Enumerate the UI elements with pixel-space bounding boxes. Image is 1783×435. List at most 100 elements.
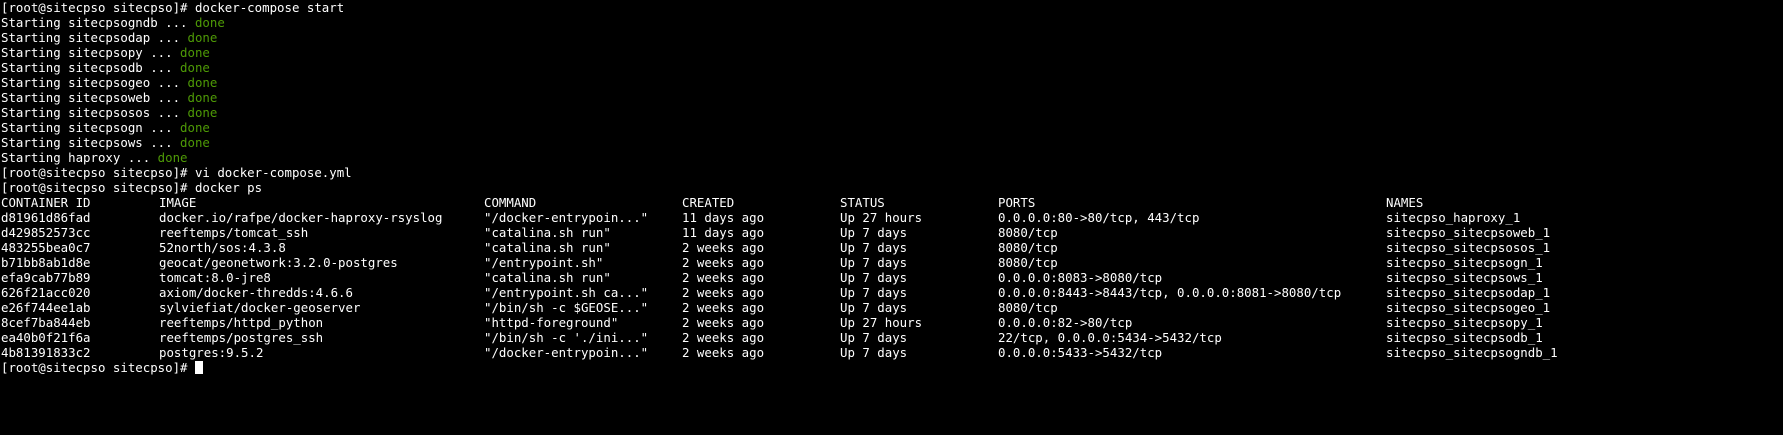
- cell-image: axiom/docker-thredds:4.6.6: [159, 285, 353, 300]
- cell-created: 2 weeks ago: [682, 300, 765, 315]
- cell-status: Up 7 days: [840, 255, 908, 270]
- start-output-line: Starting sitecpsodb ... done: [1, 60, 1781, 75]
- cell-names: sitecpso_sitecpsodap_1: [1386, 285, 1551, 300]
- cell-container-id: d429852573cc: [1, 225, 91, 240]
- cell-created: 2 weeks ago: [682, 345, 765, 360]
- cell-created: 11 days ago: [682, 225, 765, 240]
- start-output-text: Starting sitecpsodb ...: [1, 60, 181, 75]
- cell-ports: 0.0.0.0:8083->8080/tcp: [998, 270, 1163, 285]
- cell-created: 2 weeks ago: [682, 285, 765, 300]
- shell-prompt: [root@sitecpso sitecpso]#: [1, 180, 195, 195]
- command-text: docker-compose start: [194, 0, 345, 15]
- header-created: CREATED: [682, 195, 735, 210]
- status-done: done: [187, 105, 218, 120]
- table-body: d81961d86fad docker.io/rafpe/docker-hapro…: [1, 210, 1781, 360]
- cell-names: sitecpso_sitecpsodb_1: [1386, 330, 1543, 345]
- cell-ports: 0.0.0.0:5433->5432/tcp: [998, 345, 1163, 360]
- cell-container-id: 8cef7ba844eb: [1, 315, 91, 330]
- cell-image: tomcat:8.0-jre8: [159, 270, 271, 285]
- start-output-line: Starting sitecpsoweb ... done: [1, 90, 1781, 105]
- start-output: Starting sitecpsogndb ... done Starting s…: [1, 15, 1781, 165]
- start-output-text: Starting sitecpsows ...: [1, 135, 181, 150]
- start-output-text: Starting sitecpsodap ...: [1, 30, 188, 45]
- start-output-text: Starting sitecpsogeo ...: [1, 75, 188, 90]
- cell-names: sitecpso_sitecpsoweb_1: [1386, 225, 1551, 240]
- cell-image: postgres:9.5.2: [159, 345, 264, 360]
- cell-names: sitecpso_sitecpsogn_1: [1386, 255, 1543, 270]
- start-output-text: Starting sitecpsoweb ...: [1, 90, 188, 105]
- cell-command: "catalina.sh run": [484, 225, 611, 240]
- cell-command: "/bin/sh -c $GEOSE...": [484, 300, 649, 315]
- command-line-start: [root@sitecpso sitecpso]# docker-compose…: [1, 0, 1781, 15]
- cell-container-id: efa9cab77b89: [1, 270, 91, 285]
- status-done: done: [180, 120, 210, 135]
- status-done: done: [180, 45, 210, 60]
- start-output-line: Starting sitecpsogeo ... done: [1, 75, 1781, 90]
- command-text: vi docker-compose.yml: [194, 165, 352, 180]
- cell-command: "httpd-foreground": [484, 315, 619, 330]
- table-row: 8cef7ba844eb reeftemps/httpd_python "httpd…: [1, 315, 1781, 330]
- header-command: COMMAND: [484, 195, 537, 210]
- cell-command: "/bin/sh -c './ini...": [484, 330, 649, 345]
- cell-names: sitecpso_haproxy_1: [1386, 210, 1521, 225]
- cell-command: "/docker-entrypoin...": [484, 345, 649, 360]
- cell-status: Up 27 hours: [840, 210, 923, 225]
- cell-image: geocat/geonetwork:3.2.0-postgres: [159, 255, 398, 270]
- table-row: e26f744ee1ab sylviefiat/docker-geoserver "…: [1, 300, 1781, 315]
- cell-names: sitecpso_sitecpsopy_1: [1386, 315, 1543, 330]
- table-row: 483255bea0c7 52north/sos:4.3.8 "catalina.s…: [1, 240, 1781, 255]
- table-row: 4b81391833c2 postgres:9.5.2 "/docker-entry…: [1, 345, 1781, 360]
- header-image: IMAGE: [159, 195, 197, 210]
- cell-status: Up 7 days: [840, 270, 908, 285]
- cell-image: reeftemps/tomcat_ssh: [159, 225, 309, 240]
- shell-prompt: [root@sitecpso sitecpso]#: [1, 165, 195, 180]
- cell-created: 2 weeks ago: [682, 255, 765, 270]
- cell-ports: 22/tcp, 0.0.0.0:5434->5432/tcp: [998, 330, 1222, 345]
- command-line-current[interactable]: [root@sitecpso sitecpso]#: [1, 360, 1781, 375]
- header-names: NAMES: [1386, 195, 1424, 210]
- cell-created: 11 days ago: [682, 210, 765, 225]
- cell-ports: 8080/tcp: [998, 300, 1058, 315]
- start-output-line: Starting sitecpsodap ... done: [1, 30, 1781, 45]
- start-output-text: Starting sitecpsogndb ...: [1, 15, 195, 30]
- status-done: done: [187, 30, 218, 45]
- cell-command: "/entrypoint.sh": [484, 255, 604, 270]
- table-row: d429852573cc reeftemps/tomcat_ssh "catalin…: [1, 225, 1781, 240]
- cell-status: Up 7 days: [840, 345, 908, 360]
- cell-image: 52north/sos:4.3.8: [159, 240, 286, 255]
- table-row: 626f21acc020 axiom/docker-thredds:4.6.6 "/…: [1, 285, 1781, 300]
- cell-ports: 0.0.0.0:82->80/tcp: [998, 315, 1133, 330]
- status-done: done: [194, 15, 225, 30]
- cell-names: sitecpso_sitecpsogeo_1: [1386, 300, 1551, 315]
- start-output-text: Starting sitecpsogn ...: [1, 120, 181, 135]
- cell-image: sylviefiat/docker-geoserver: [159, 300, 361, 315]
- table-row: d81961d86fad docker.io/rafpe/docker-hapro…: [1, 210, 1781, 225]
- status-done: done: [180, 135, 210, 150]
- terminal-window[interactable]: [root@sitecpso sitecpso]# docker-compose…: [1, 0, 1781, 380]
- cell-names: sitecpso_sitecpsosos_1: [1386, 240, 1551, 255]
- cell-ports: 8080/tcp: [998, 225, 1058, 240]
- cell-command: "/entrypoint.sh ca...": [484, 285, 649, 300]
- cell-names: sitecpso_sitecpsogndb_1: [1386, 345, 1558, 360]
- cell-container-id: ea40b0f21f6a: [1, 330, 91, 345]
- table-row: efa9cab77b89 tomcat:8.0-jre8 "catalina.sh …: [1, 270, 1781, 285]
- cell-ports: 0.0.0.0:80->80/tcp, 443/tcp: [998, 210, 1200, 225]
- cell-status: Up 7 days: [840, 330, 908, 345]
- status-done: done: [187, 75, 218, 90]
- start-output-line: Starting haproxy ... done: [1, 150, 1781, 165]
- cell-container-id: 4b81391833c2: [1, 345, 91, 360]
- start-output-text: Starting haproxy ...: [1, 150, 158, 165]
- cell-image: docker.io/rafpe/docker-haproxy-rsyslog: [159, 210, 443, 225]
- start-output-line: Starting sitecpsosos ... done: [1, 105, 1781, 120]
- table-row: ea40b0f21f6a reeftemps/postgres_ssh "/bin/…: [1, 330, 1781, 345]
- header-ports: PORTS: [998, 195, 1036, 210]
- cell-status: Up 7 days: [840, 300, 908, 315]
- cell-ports: 8080/tcp: [998, 240, 1058, 255]
- start-output-text: Starting sitecpsosos ...: [1, 105, 188, 120]
- cell-created: 2 weeks ago: [682, 270, 765, 285]
- cell-status: Up 7 days: [840, 240, 908, 255]
- cell-container-id: 483255bea0c7: [1, 240, 91, 255]
- table-row: b71bb8ab1d8e geocat/geonetwork:3.2.0-post…: [1, 255, 1781, 270]
- command-line-ps: [root@sitecpso sitecpso]# docker ps: [1, 180, 1781, 195]
- header-container-id: CONTAINER ID: [1, 195, 91, 210]
